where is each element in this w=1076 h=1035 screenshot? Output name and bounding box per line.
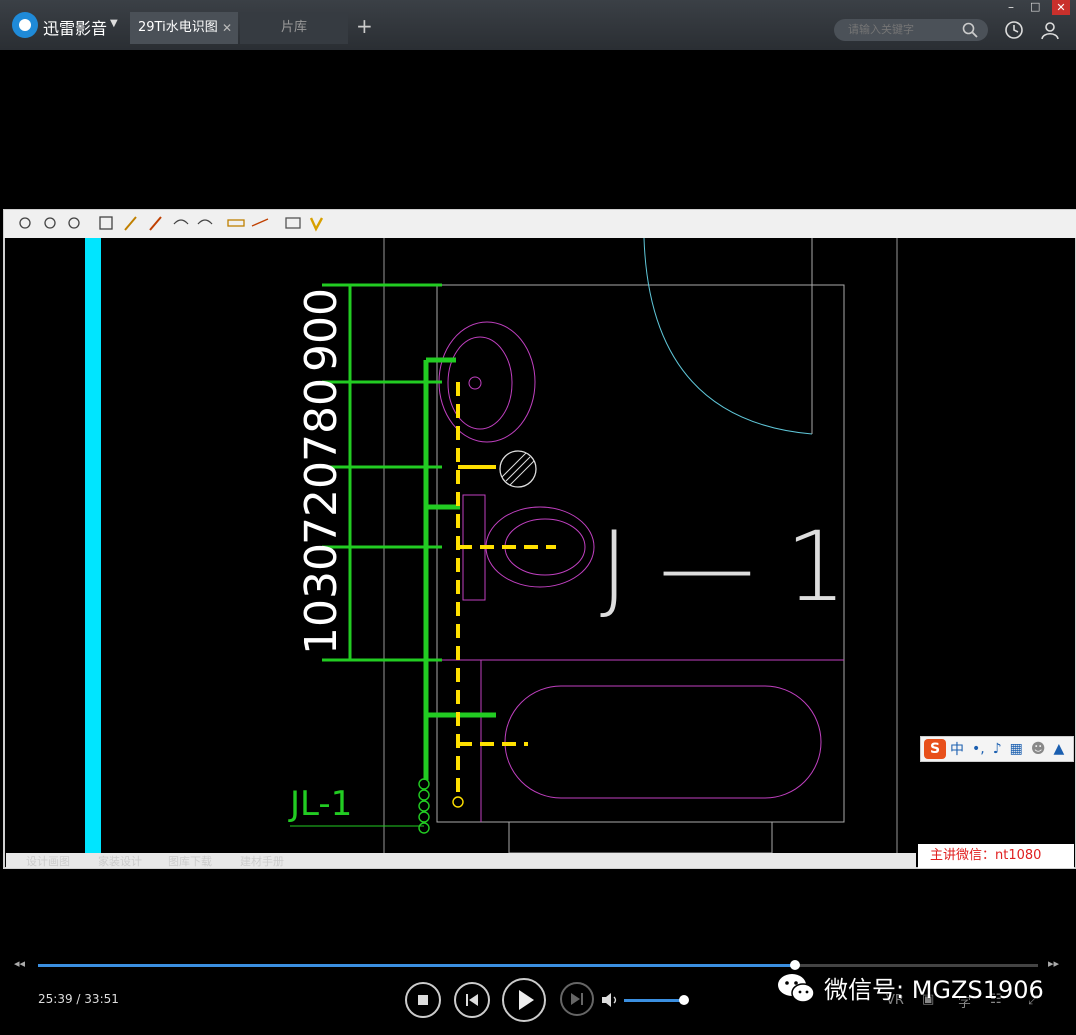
sogou-logo-icon: S bbox=[924, 739, 946, 759]
skip-forward-icon[interactable]: ▸▸ bbox=[1048, 957, 1059, 970]
user-icon[interactable] bbox=[1040, 20, 1060, 40]
cad-bottom-tabs: 设计画图 家装设计 图库下载 建材手册 bbox=[6, 853, 916, 868]
next-icon bbox=[571, 993, 583, 1005]
riser-label: JL-1 bbox=[288, 784, 352, 824]
stop-icon bbox=[418, 995, 428, 1005]
previous-button[interactable] bbox=[454, 982, 490, 1018]
progress-bar[interactable] bbox=[38, 960, 1038, 970]
cyan-wall bbox=[85, 238, 101, 853]
watermark-text: 微信号: MGZS1906 bbox=[824, 976, 1044, 1004]
dimension-720: 720 bbox=[296, 461, 347, 545]
previous-icon bbox=[466, 994, 478, 1006]
title-bar: 迅雷影音 ▼ 29Ti水电识图 ✕ 片库 + – □ ✕ bbox=[0, 0, 1076, 50]
next-button[interactable] bbox=[560, 982, 594, 1016]
minimize-button[interactable]: – bbox=[1008, 0, 1014, 14]
punctuation-icon: •, bbox=[972, 741, 985, 757]
cad-tab-library[interactable]: 图库下载 bbox=[168, 855, 212, 868]
cad-tab-design[interactable]: 设计画图 bbox=[26, 855, 70, 868]
tab-video-label: 29Ti水电识图 bbox=[138, 20, 218, 35]
progress-fill bbox=[38, 964, 795, 967]
new-tab-icon[interactable]: + bbox=[356, 14, 373, 38]
skin-icon: ▲ bbox=[1053, 741, 1065, 757]
volume-knob[interactable] bbox=[679, 995, 689, 1005]
dimension-1030: 1030 bbox=[296, 543, 347, 655]
stop-button[interactable] bbox=[405, 982, 441, 1018]
app-name[interactable]: 迅雷影音 bbox=[43, 15, 107, 39]
app-logo-icon[interactable] bbox=[12, 12, 38, 38]
close-button[interactable]: ✕ bbox=[1052, 0, 1070, 15]
dimension-780: 780 bbox=[296, 378, 347, 462]
volume-icon[interactable] bbox=[600, 992, 620, 1008]
keyboard-icon: ▦ bbox=[1009, 741, 1023, 757]
video-frame[interactable]: 1030 720 780 900 JL-1 J — 1 设计画图 家装设计 图库… bbox=[0, 50, 1076, 952]
volume-slider[interactable] bbox=[624, 995, 689, 1005]
tab-library-label: 片库 bbox=[280, 20, 307, 35]
dimension-900: 900 bbox=[296, 288, 347, 372]
tab-video[interactable]: 29Ti水电识图 ✕ bbox=[130, 12, 238, 44]
handwritten-label: J — 1 bbox=[600, 511, 846, 623]
ime-mode-label: 中 bbox=[950, 742, 964, 758]
cad-tab-home[interactable]: 家装设计 bbox=[98, 854, 142, 868]
user-icon: ☻ bbox=[1030, 741, 1046, 757]
cad-toolbar bbox=[4, 210, 1076, 238]
search-icon[interactable] bbox=[962, 22, 978, 38]
tab-close-icon[interactable]: ✕ bbox=[222, 12, 232, 44]
app-menu-caret-icon[interactable]: ▼ bbox=[110, 18, 118, 29]
time-display: 25:39 / 33:51 bbox=[38, 992, 119, 1006]
ime-toolbar: S 中 •, ♪ ▦ ☻ ▲ bbox=[920, 736, 1074, 762]
volume-fill bbox=[624, 999, 684, 1002]
history-icon[interactable] bbox=[1004, 20, 1024, 40]
mic-icon: ♪ bbox=[992, 741, 1002, 757]
time-current: 25:39 bbox=[38, 992, 73, 1006]
dimension-labels: 1030 720 780 900 bbox=[296, 288, 347, 655]
cad-tab-materials[interactable]: 建材手册 bbox=[240, 854, 284, 868]
skip-back-icon[interactable]: ◂◂ bbox=[14, 957, 25, 970]
play-button[interactable] bbox=[502, 978, 546, 1022]
time-total: 33:51 bbox=[84, 992, 119, 1006]
progress-knob[interactable] bbox=[790, 960, 800, 970]
watermark: 微信号: MGZS1906 bbox=[776, 970, 1044, 1005]
tab-library[interactable]: 片库 bbox=[240, 12, 348, 44]
play-icon bbox=[519, 990, 534, 1010]
time-separator: / bbox=[76, 992, 81, 1006]
maximize-button[interactable]: □ bbox=[1030, 0, 1040, 13]
wechat-icon bbox=[778, 973, 815, 1003]
wechat-contact-box: 主讲微信：nt1080 bbox=[918, 844, 1074, 868]
